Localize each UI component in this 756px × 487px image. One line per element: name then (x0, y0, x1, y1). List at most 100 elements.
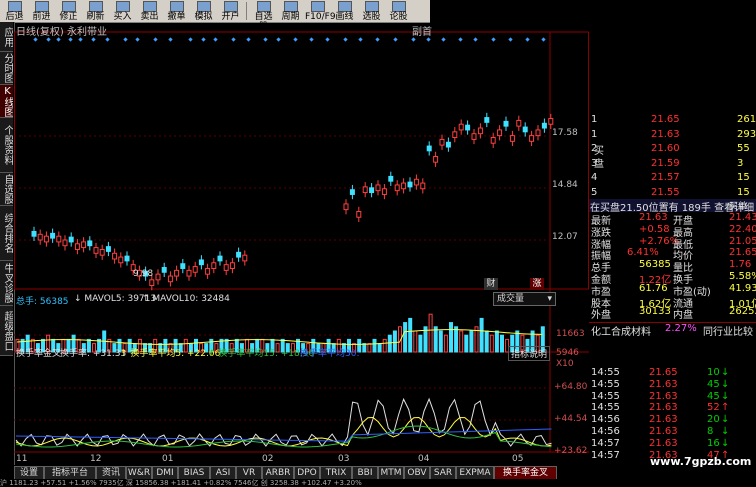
toolbar-button-label: 修正 (59, 12, 78, 22)
toolbar-button[interactable]: 修正 (56, 0, 81, 22)
price-tick: 17.58 (552, 128, 578, 138)
toolbar-button-label: 撤单 (167, 12, 186, 22)
indicator-tab[interactable]: 指标平台 (44, 466, 96, 480)
toolbar-button[interactable]: 论股 (386, 0, 411, 22)
toolbar-button[interactable]: 周期 (278, 0, 303, 22)
volume-bar (464, 334, 469, 353)
indicator-tab[interactable]: OBV (404, 466, 430, 480)
toolbar-button[interactable]: F10/F9 (305, 0, 336, 22)
tick-time: 14:55 (591, 367, 620, 378)
toolbar-button[interactable]: 刷新 (83, 0, 108, 22)
candle-body (192, 266, 198, 273)
candle-body (198, 259, 204, 266)
candle-body (87, 240, 93, 247)
indicator-tab[interactable]: 设置 (14, 466, 44, 480)
candle-body (180, 263, 186, 269)
cancel-order-icon (169, 1, 184, 12)
date-label: 01 (162, 454, 174, 464)
toolbar-button[interactable]: 模拟 (191, 0, 216, 22)
toolbar-button-label: 画线 (335, 12, 354, 22)
price-tick: 12.07 (552, 232, 578, 242)
signal-marker (375, 37, 380, 42)
signal-marker (473, 37, 478, 42)
indicator-tab[interactable]: VR (236, 466, 262, 480)
signal-marker (46, 37, 51, 42)
indicator-tab[interactable]: TRIX (320, 466, 352, 480)
order-price: 21.63 (651, 128, 680, 140)
indicator-tab[interactable]: ASI (210, 466, 236, 480)
toolbar-button[interactable]: 选股 (359, 0, 384, 22)
left-tab[interactable]: 超级盘口 (0, 306, 13, 356)
indicator-tab[interactable]: DPO (294, 466, 320, 480)
left-tab[interactable]: 牛叉诊股 (0, 261, 13, 306)
tick-price: 21.65 (649, 367, 678, 378)
signal-marker (325, 37, 330, 42)
left-nav-tabs: 应用 分时图 K线图 个股资料 自选股 综合排名 牛叉诊股 超级盘口 (0, 22, 15, 465)
limit-up-badge[interactable]: 涨 (530, 278, 544, 290)
candle-body (458, 123, 464, 131)
sector-name: 化工合成材料 (591, 327, 651, 338)
left-tab[interactable]: K线图 (0, 85, 13, 118)
stat-value: 30133 (639, 306, 671, 318)
industry-compare-link[interactable]: 同行业比较 (703, 323, 753, 338)
toolbar-button[interactable]: 卖出 (137, 0, 162, 22)
indicator-tab[interactable]: SAR (430, 466, 456, 480)
candle-body (362, 186, 368, 194)
open-account-icon (223, 1, 238, 12)
signal-marker (188, 37, 193, 42)
arrow-down-icon: ↓ (721, 426, 730, 437)
toolbar-button[interactable]: 开户 (218, 0, 243, 22)
indicator-tab[interactable]: 换手率金叉 (494, 466, 557, 480)
left-tab[interactable]: 分时图 (0, 52, 13, 85)
toolbar-button[interactable]: 自选股 (251, 0, 276, 32)
signal-marker (153, 37, 158, 42)
chart-area[interactable] (14, 22, 589, 466)
toolbar-button[interactable]: 后退 (2, 0, 27, 22)
indicator-tab[interactable]: BIAS (178, 466, 210, 480)
left-tab[interactable]: 自选股 (0, 173, 13, 206)
left-tab[interactable]: 个股资料 (0, 118, 13, 173)
chevron-down-icon: ▾ (547, 294, 552, 304)
indicator-tab[interactable]: 资讯 (96, 466, 126, 480)
candle-body (375, 184, 381, 192)
tick-volume: 8 (707, 426, 714, 437)
indicator-tab[interactable]: BBI (352, 466, 378, 480)
indicator-help-button[interactable]: 指标说明 (508, 346, 551, 361)
order-book-row: 2 21.60 55 (589, 143, 756, 156)
indicator-tab[interactable]: MTM (378, 466, 404, 480)
indicator-tab[interactable]: EXPMA (456, 466, 494, 480)
left-tab[interactable]: 应用 (0, 22, 13, 52)
date-label: 12 (90, 454, 102, 464)
toolbar-button[interactable]: 买入 (110, 0, 135, 22)
volume-bar (392, 330, 397, 353)
candle-body (186, 269, 192, 277)
tick-volume: 52 (707, 402, 720, 414)
toolbar-button[interactable]: 前进 (29, 0, 54, 22)
order-side-label[interactable]: 买单 (729, 199, 747, 212)
toolbar-button-label: 论股 (389, 12, 408, 22)
order-info-row: 在买盘21.50位置有 189手 查看详细 买单 (589, 199, 756, 214)
indicator-tab[interactable]: DMI (152, 466, 178, 480)
toolbar-button[interactable]: 撤单 (164, 0, 189, 22)
indicator-tab[interactable]: W&R (126, 466, 152, 480)
indicator-selector[interactable]: 成交量 ▾ (493, 292, 556, 306)
volume-bar (500, 334, 504, 353)
indicator-tick: +23.62 (554, 446, 588, 456)
indicator-name: 换手率金叉 (16, 349, 62, 359)
order-level: 1 (591, 128, 598, 140)
indicator-tick: +64.80 (554, 382, 588, 392)
tick-time: 14:56 (591, 426, 620, 437)
screener-icon (364, 1, 379, 12)
indicator-tab[interactable]: ARBR (262, 466, 294, 480)
signal-marker (393, 37, 398, 42)
order-volume: 15 (737, 186, 750, 198)
date-label: 05 (512, 454, 524, 464)
stat-value: 1.76 (729, 259, 752, 271)
signal-marker (309, 37, 314, 42)
volume-bar (372, 338, 377, 353)
kline-title: 日线(复权) 永利带业 (16, 27, 107, 38)
stat-value: 61.76 (639, 282, 668, 294)
left-tab[interactable]: 综合排名 (0, 206, 13, 261)
finance-badge[interactable]: 财 (484, 278, 498, 290)
toolbar-button[interactable]: 画线 (332, 0, 357, 22)
